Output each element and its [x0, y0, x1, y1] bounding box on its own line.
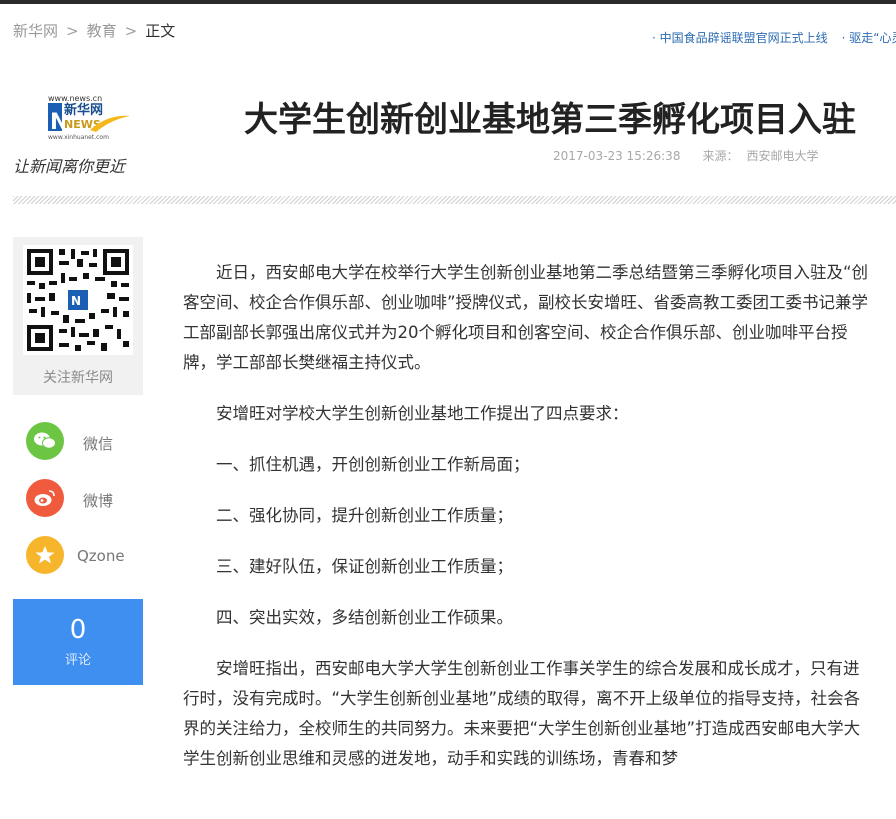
comment-button[interactable]: 0 评论 [13, 599, 143, 685]
article-paragraph: 四、突出实效，多结创新创业工作硕果。 [216, 608, 513, 627]
xinhua-logo[interactable]: www.news.cn N 新华网 NEWS www.xinhuanet.com… [12, 92, 147, 182]
logo-brand-cn: 新华网 [64, 102, 103, 118]
breadcrumb: 新华网 > 教育 > 正文 [13, 20, 175, 41]
top-bar [0, 0, 896, 4]
ticker-link[interactable]: · 中国食品辟谣联盟官网正式上线 [652, 31, 828, 45]
qr-code-icon: N [23, 245, 133, 355]
svg-text:N: N [71, 294, 81, 308]
share-weibo-button[interactable]: 微博 [13, 479, 143, 519]
logo-slogan: 让新闻离你更近 [13, 157, 127, 176]
article-paragraph: 安增旺指出，西安邮电大学大学生创新创业工作事关学生的综合发展和成长成才，只有进行… [183, 659, 861, 768]
qr-caption: 关注新华网 [43, 370, 113, 386]
share-qzone-button[interactable]: Qzone [13, 536, 143, 576]
breadcrumb-home-link[interactable]: 新华网 [13, 20, 58, 41]
source-name: 西安邮电大学 [746, 149, 819, 163]
wechat-icon [26, 422, 64, 460]
article-paragraph: 一、抓住机遇，开创创新创业工作新局面； [216, 455, 530, 474]
breadcrumb-section-link[interactable]: 教育 [87, 20, 117, 41]
breadcrumb-separator: > [124, 22, 138, 40]
article-paragraph: 二、强化协同，提升创新创业工作质量； [216, 506, 513, 525]
qzone-icon [26, 536, 64, 574]
article-paragraph: 三、建好队伍，保证创新创业工作质量； [216, 557, 513, 576]
weibo-icon [26, 479, 64, 517]
publish-time: 2017-03-23 15:26:38 [553, 149, 681, 163]
share-wechat-label: 微信 [83, 435, 114, 453]
logo-graphic: www.news.cn N 新华网 NEWS www.xinhuanet.com… [13, 94, 130, 176]
breadcrumb-current: 正文 [145, 22, 176, 40]
article-body: 近日，西安邮电大学在校举行大学生创新创业基地第二季总结暨第三季孵化项目入驻及“创… [183, 258, 873, 795]
divider [13, 196, 896, 204]
comment-label: 评论 [64, 653, 91, 668]
share-sidebar: N 关注新华网 微信 微博 Qzone 0 评论 [13, 237, 143, 685]
article-paragraph: 安增旺对学校大学生创新创业基地工作提出了四点要求： [216, 404, 629, 423]
breadcrumb-separator: > [66, 22, 79, 40]
source-label: 来源： [702, 149, 739, 163]
logo-sub-url: www.xinhuanet.com [48, 134, 109, 141]
share-wechat-button[interactable]: 微信 [13, 422, 143, 462]
ticker-link[interactable]: · 驱走“心灵 [842, 31, 896, 45]
article-title: 大学生创新创业基地第三季孵化项目入驻 [244, 100, 856, 140]
logo-url: www.news.cn [48, 94, 102, 103]
share-qzone-label: Qzone [77, 547, 125, 565]
article-meta: 2017-03-23 15:26:38 来源： 西安邮电大学 [553, 147, 818, 164]
comment-count: 0 [69, 615, 87, 645]
article-paragraph: 近日，西安邮电大学在校举行大学生创新创业基地第二季总结暨第三季孵化项目入驻及“创… [183, 263, 869, 372]
qr-panel: N 关注新华网 [13, 237, 143, 395]
news-ticker: · 中国食品辟谣联盟官网正式上线 · 驱走“心灵 [652, 29, 896, 46]
share-weibo-label: 微博 [83, 492, 114, 510]
